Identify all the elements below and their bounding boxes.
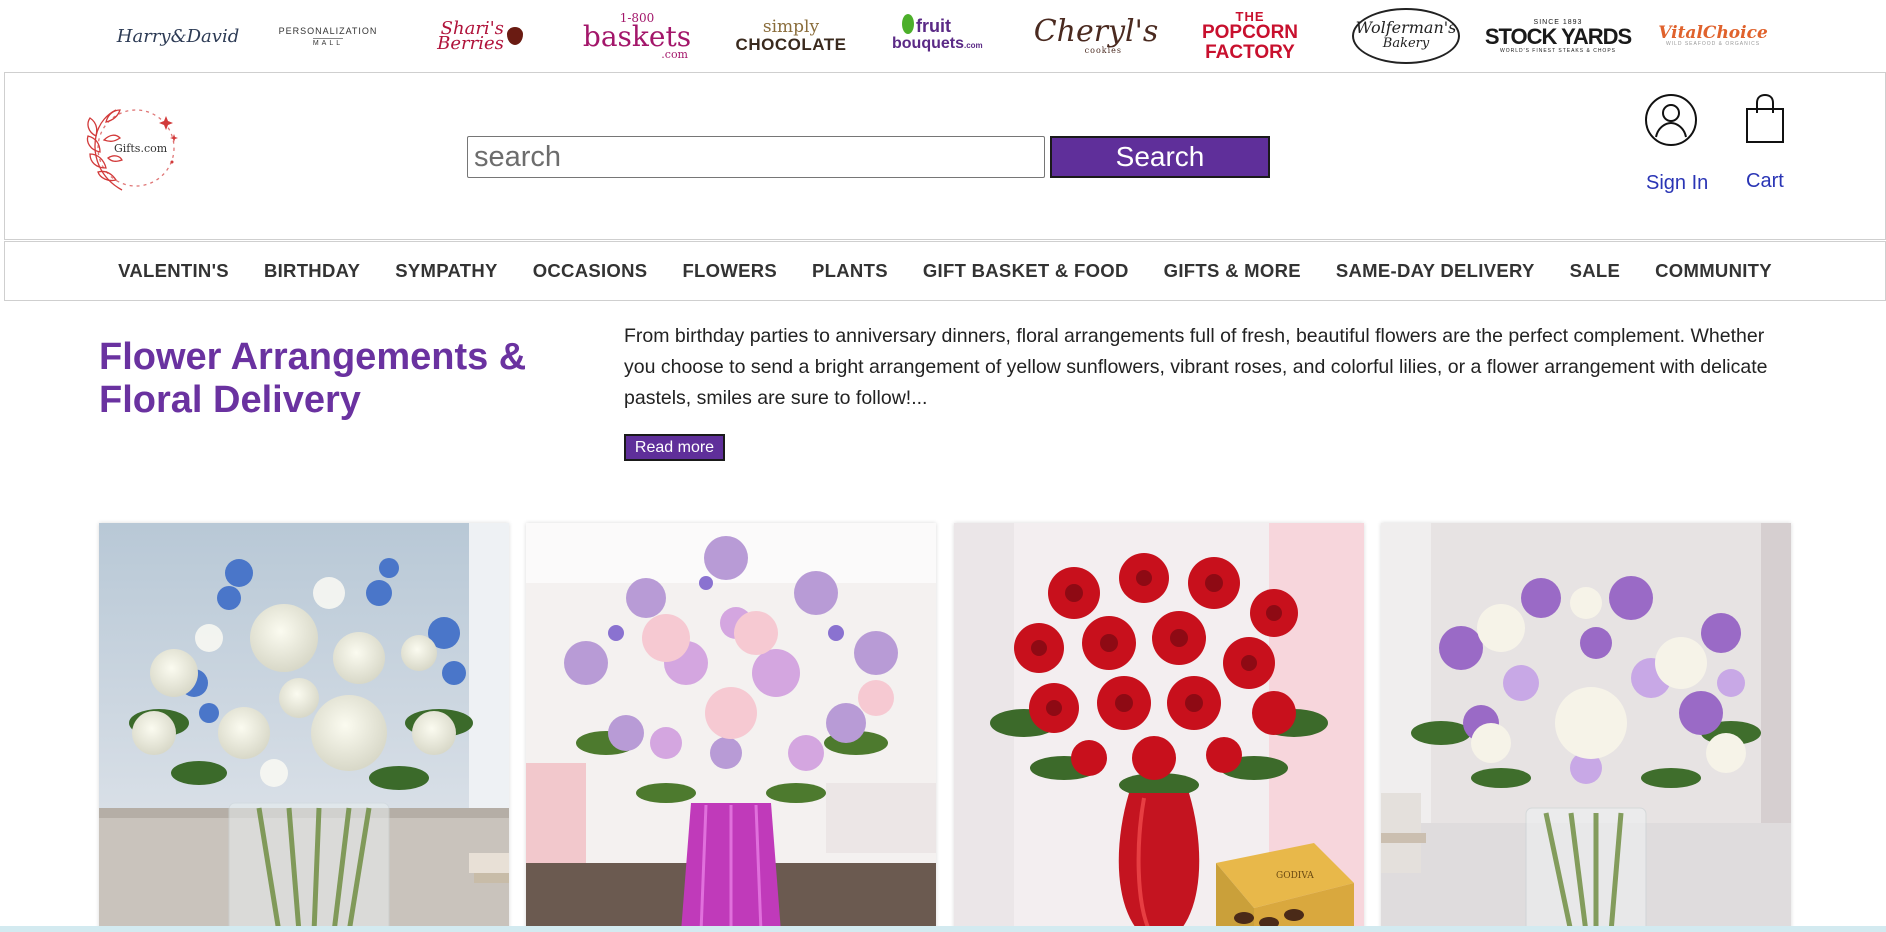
logo-text: Gifts.com [114, 142, 168, 155]
nav-item-gifts-more[interactable]: GIFTS & MORE [1164, 260, 1301, 282]
nav-item-community[interactable]: COMMUNITY [1655, 260, 1772, 282]
nav-list: VALENTIN'S BIRTHDAY SYMPATHY OCCASIONS F… [5, 242, 1885, 300]
brand-popcorn-factory-logo[interactable]: THE POPCORN FACTORY [1200, 8, 1300, 63]
strawberry-icon [506, 27, 523, 45]
nav-item-valentins[interactable]: VALENTIN'S [118, 260, 229, 282]
brand-wolf-line2: Bakery [1382, 36, 1430, 51]
nav-item-flowers[interactable]: FLOWERS [682, 260, 777, 282]
brand-fruit-line3: .com [964, 41, 983, 50]
product-image-white-purple-bouquet [1381, 523, 1791, 932]
brand-personalization-mall-logo[interactable]: PERSONALIZATION MALL [272, 10, 384, 62]
partner-brands-strip: Harry&David PERSONALIZATION MALL Shari's… [0, 0, 1886, 72]
brand-stock-yards-logo[interactable]: SINCE 1893 STOCK YARDS WORLD'S FINEST ST… [1485, 10, 1632, 62]
nav-item-gift-basket-food[interactable]: GIFT BASKET & FOOD [923, 260, 1129, 282]
nav-item-same-day-delivery[interactable]: SAME-DAY DELIVERY [1336, 260, 1535, 282]
strawberry-icon [902, 14, 914, 34]
product-image-pink-lavender-bouquet [526, 523, 936, 932]
brand-simply-line1: simply [762, 17, 820, 37]
sign-in-link[interactable]: Sign In [1646, 172, 1708, 195]
account-icon[interactable] [1644, 93, 1698, 147]
brand-harry-david-logo[interactable]: Harry&David [116, 10, 240, 62]
brand-wolfermans-logo[interactable]: Wolferman's Bakery [1352, 8, 1460, 64]
brand-sharis-berries-logo[interactable]: Shari's Berries [430, 10, 530, 62]
brand-stock-line2: STOCK YARDS [1484, 23, 1632, 49]
nav-item-plants[interactable]: PLANTS [812, 260, 888, 282]
brand-fruit-line2: bouquets [892, 35, 964, 52]
brand-cheryls-logo[interactable]: Cheryl's cookies [1034, 10, 1159, 62]
brand-fruit-bouquets-logo[interactable]: fruit bouquets.com [892, 10, 1002, 62]
box-brand-text: GODIVA [1276, 871, 1314, 881]
brand-simply-line2: CHOCOLATE [735, 35, 847, 54]
brand-pm-line1: PERSONALIZATION [278, 25, 378, 36]
product-image-white-blue-bouquet [99, 523, 509, 932]
product-card[interactable] [526, 523, 936, 932]
brand-vital-line1: VitalChoice [1658, 23, 1768, 43]
brand-wolf-line1: Wolferman's [1355, 18, 1457, 37]
brand-cheryl-line1: Cheryl's [1033, 13, 1159, 49]
intro-description: From birthday parties to anniversary din… [624, 325, 1768, 409]
shopping-bag-icon [1746, 93, 1784, 143]
brand-cheryl-line2: cookies [1084, 45, 1122, 55]
page-title: Flower Arrangements & Floral Delivery [99, 336, 527, 421]
brand-1800baskets-logo[interactable]: 1-800 baskets .com [582, 10, 692, 62]
cart-icon[interactable] [1744, 93, 1786, 145]
brand-vital-line2: WILD SEAFOOD & ORGANICS [1665, 41, 1761, 47]
brand-stock-line3: WORLD'S FINEST STEAKS & CHOPS [1500, 47, 1616, 54]
nav-item-occasions[interactable]: OCCASIONS [533, 260, 648, 282]
nav-item-sympathy[interactable]: SYMPATHY [395, 260, 497, 282]
product-card[interactable]: GODIVA [954, 523, 1364, 932]
read-more-button[interactable]: Read more [624, 434, 725, 461]
search-input[interactable] [467, 136, 1045, 178]
brand-simply-chocolate-logo[interactable]: simply CHOCOLATE [735, 10, 847, 62]
brand-vital-choice-logo[interactable]: VitalChoice WILD SEAFOOD & ORGANICS [1658, 10, 1768, 62]
brand-shari-line2: Berries [437, 33, 504, 54]
cart-link[interactable]: Cart [1746, 170, 1784, 193]
brand-1800-line2: baskets [582, 20, 692, 53]
brand-popcorn-line2: POPCORN [1201, 21, 1299, 43]
product-image-red-roses: GODIVA [954, 523, 1364, 932]
product-grid: GODIVA [99, 523, 1791, 932]
brand-harry-david-text: Harry&David [116, 25, 240, 47]
search-button[interactable]: Search [1050, 136, 1270, 178]
product-card[interactable] [1381, 523, 1791, 932]
brand-popcorn-line1: THE [1235, 8, 1265, 24]
bottom-scroll-band [0, 926, 1886, 932]
brand-fruit-line1: fruit [916, 16, 951, 36]
nav-item-sale[interactable]: SALE [1570, 260, 1621, 282]
brand-pm-line2: MALL [312, 37, 344, 47]
brand-popcorn-line3: FACTORY [1205, 41, 1295, 63]
main-navigation: VALENTIN'S BIRTHDAY SYMPATHY OCCASIONS F… [4, 241, 1886, 301]
product-card[interactable] [99, 523, 509, 932]
user-circle-icon [1645, 94, 1697, 146]
brand-1800-line3: .com [661, 48, 688, 61]
nav-item-birthday[interactable]: BIRTHDAY [264, 260, 360, 282]
